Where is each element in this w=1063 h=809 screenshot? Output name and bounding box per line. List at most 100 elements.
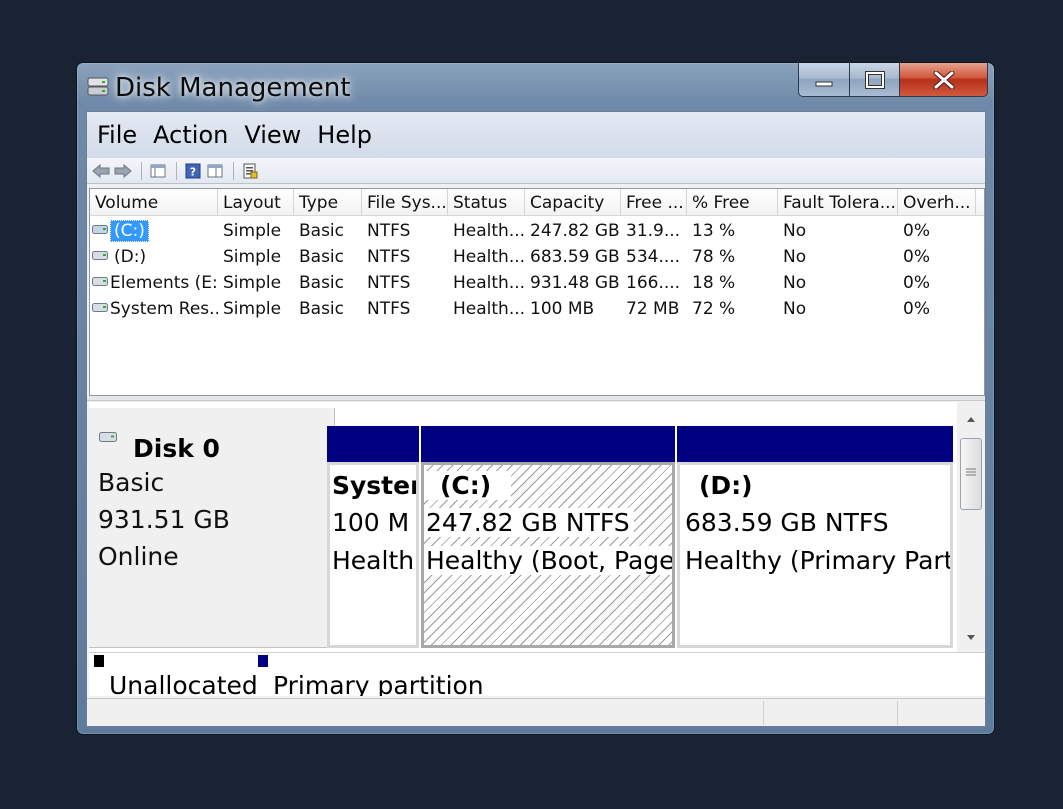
close-icon xyxy=(933,70,954,89)
partition-c[interactable]: (C:) 247.82 GB NTFS Healthy (Boot, Page xyxy=(421,426,675,648)
menu-view[interactable]: View xyxy=(244,121,309,149)
partition-label: (D:) xyxy=(699,471,753,500)
minimize-button[interactable] xyxy=(798,63,850,97)
volume-name: (D:) xyxy=(114,247,147,267)
volume-percent-free: 13 % xyxy=(692,221,736,241)
scroll-up-icon xyxy=(967,416,975,422)
partition-size: 100 M xyxy=(332,508,410,537)
forward-arrow-icon xyxy=(114,163,132,178)
help-button[interactable]: ? xyxy=(183,161,203,181)
volume-percent-free: 72 % xyxy=(692,299,736,319)
volume-overhead: 0% xyxy=(903,299,930,319)
column-percent-free[interactable]: % Free xyxy=(687,189,778,216)
volume-type: Basic xyxy=(299,273,345,293)
close-button[interactable] xyxy=(900,63,988,97)
volume-capacity: 683.59 GB xyxy=(530,247,620,267)
scroll-down-button[interactable] xyxy=(957,626,985,648)
volume-free-space: 534.... xyxy=(626,247,681,267)
volume-type: Basic xyxy=(299,247,345,267)
legend-unallocated: Unallocated xyxy=(109,671,258,696)
volume-free-space: 166.... xyxy=(626,273,681,293)
column-capacity[interactable]: Capacity xyxy=(525,189,621,216)
column-file-system[interactable]: File Sys... xyxy=(362,189,448,216)
status-panel xyxy=(897,701,985,725)
volume-file-system: NTFS xyxy=(367,273,411,293)
scroll-down-icon xyxy=(967,634,975,640)
volume-row[interactable]: Elements (E:) Simple Basic NTFS Health..… xyxy=(90,270,976,296)
volume-name-cell: (C:) xyxy=(90,218,218,244)
menu-action[interactable]: Action xyxy=(153,121,236,149)
volume-layout: Simple xyxy=(223,221,282,241)
column-status[interactable]: Status xyxy=(448,189,525,216)
partition-body: (D:) 683.59 GB NTFS Healthy (Primary Par… xyxy=(677,462,953,648)
legend-primary-partition: Primary partition xyxy=(273,671,484,696)
volume-icon xyxy=(92,251,108,260)
volume-name: Elements (E:) xyxy=(110,273,218,293)
svg-text:?: ? xyxy=(190,165,196,178)
toolbar-separator xyxy=(176,161,177,180)
volume-status: Health... xyxy=(453,273,525,293)
volume-name: System Res... xyxy=(110,299,218,319)
volume-name-cell: Elements (E:) xyxy=(90,270,218,296)
console-tree-button[interactable] xyxy=(148,161,168,181)
properties-icon xyxy=(207,164,223,177)
forward-button[interactable] xyxy=(113,161,133,181)
disk-info-panel[interactable]: Disk 0 Basic 931.51 GB Online xyxy=(89,408,335,648)
volume-status: Health... xyxy=(453,299,525,319)
column-overhead[interactable]: Overh... xyxy=(898,189,976,216)
volume-capacity: 931.48 GB xyxy=(530,273,620,293)
column-fault-tolerance[interactable]: Fault Tolera... xyxy=(778,189,898,216)
menu-file[interactable]: File xyxy=(97,121,145,149)
primary-partition-bar xyxy=(421,426,675,462)
partition-status: Healthy (Boot, Page xyxy=(424,546,672,575)
partition-label: (C:) xyxy=(424,471,512,500)
toolbar: ? xyxy=(87,158,985,184)
scroll-thumb[interactable] xyxy=(960,438,982,510)
status-bar xyxy=(87,698,985,726)
volume-fault-tolerance: No xyxy=(783,221,807,241)
partition-size: 683.59 GB NTFS xyxy=(685,508,889,537)
partition-system-reserved[interactable]: System 100 M Health xyxy=(327,426,419,648)
disk-management-icon xyxy=(87,77,109,96)
partition-status: Health xyxy=(332,546,415,575)
column-type[interactable]: Type xyxy=(294,189,362,216)
disk-size: 931.51 GB xyxy=(98,505,230,534)
volume-type: Basic xyxy=(299,221,345,241)
scroll-up-button[interactable] xyxy=(957,408,985,430)
disk-state: Online xyxy=(98,542,179,571)
properties-button[interactable] xyxy=(205,161,225,181)
back-button[interactable] xyxy=(91,161,111,181)
volume-capacity: 247.82 GB xyxy=(530,221,620,241)
volume-row[interactable]: (D:) Simple Basic NTFS Health... 683.59 … xyxy=(90,244,976,270)
partition-body-selected: (C:) 247.82 GB NTFS Healthy (Boot, Page xyxy=(421,462,675,648)
volume-free-space: 72 MB xyxy=(626,299,680,319)
disk-type: Basic xyxy=(98,468,165,497)
volume-layout: Simple xyxy=(223,299,282,319)
volume-row[interactable]: (C:) Simple Basic NTFS Health... 247.82 … xyxy=(90,218,976,244)
title-bar[interactable]: Disk Management xyxy=(77,63,994,111)
grip-icon xyxy=(966,468,976,476)
volume-name-cell: System Res... xyxy=(90,296,218,322)
window-title: Disk Management xyxy=(115,73,351,103)
volume-icon xyxy=(92,225,108,234)
column-free-space[interactable]: Free ... xyxy=(621,189,687,216)
volume-layout: Simple xyxy=(223,247,282,267)
volume-free-space: 31.9... xyxy=(626,221,681,241)
volume-fault-tolerance: No xyxy=(783,273,807,293)
graph-vertical-scrollbar[interactable] xyxy=(957,402,985,652)
pane-splitter[interactable] xyxy=(87,396,985,401)
column-layout[interactable]: Layout xyxy=(218,189,294,216)
export-button[interactable] xyxy=(240,161,260,181)
menu-help[interactable]: Help xyxy=(317,121,380,149)
maximize-button[interactable] xyxy=(850,63,900,97)
volume-layout: Simple xyxy=(223,273,282,293)
export-icon xyxy=(243,163,258,178)
volume-fault-tolerance: No xyxy=(783,247,807,267)
column-volume[interactable]: Volume xyxy=(90,189,218,216)
partition-d[interactable]: (D:) 683.59 GB NTFS Healthy (Primary Par… xyxy=(677,426,953,648)
primary-partition-bar xyxy=(327,426,419,462)
volume-status: Health... xyxy=(453,221,525,241)
volume-row[interactable]: System Res... Simple Basic NTFS Health..… xyxy=(90,296,976,322)
volume-overhead: 0% xyxy=(903,247,930,267)
status-panel xyxy=(763,701,897,725)
